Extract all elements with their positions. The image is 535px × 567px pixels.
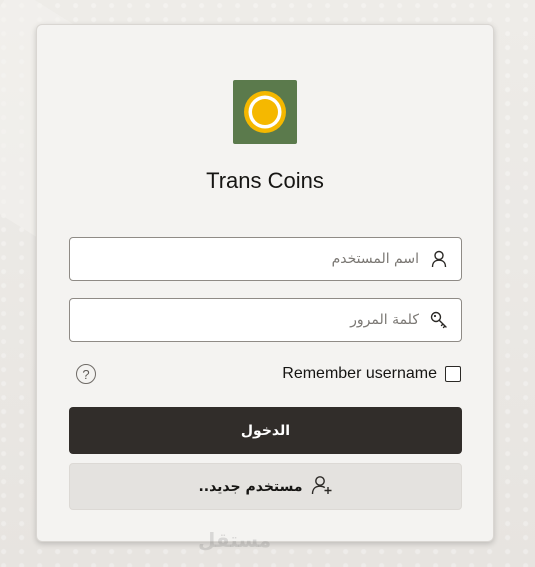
- app-title: Trans Coins: [206, 168, 324, 193]
- new-user-button[interactable]: مستخدم جديد..: [69, 463, 462, 510]
- coin-logo-icon: [233, 80, 297, 144]
- watermark: مستقل: [198, 528, 272, 552]
- login-button[interactable]: الدخول: [69, 407, 462, 454]
- key-icon: [429, 310, 449, 330]
- login-card: Trans Coins ? Remember username الدخول: [36, 24, 494, 542]
- remember-username-label: Remember username: [282, 365, 437, 382]
- remember-username[interactable]: Remember username: [282, 365, 461, 383]
- username-field[interactable]: [69, 237, 462, 281]
- add-user-icon: [311, 475, 333, 499]
- new-user-label: مستخدم جديد..: [198, 478, 303, 495]
- password-field[interactable]: [69, 298, 462, 342]
- user-icon: [429, 249, 449, 269]
- username-input[interactable]: [82, 238, 419, 280]
- remember-username-checkbox[interactable]: [445, 366, 461, 382]
- help-icon[interactable]: ?: [76, 364, 96, 384]
- password-input[interactable]: [82, 299, 419, 341]
